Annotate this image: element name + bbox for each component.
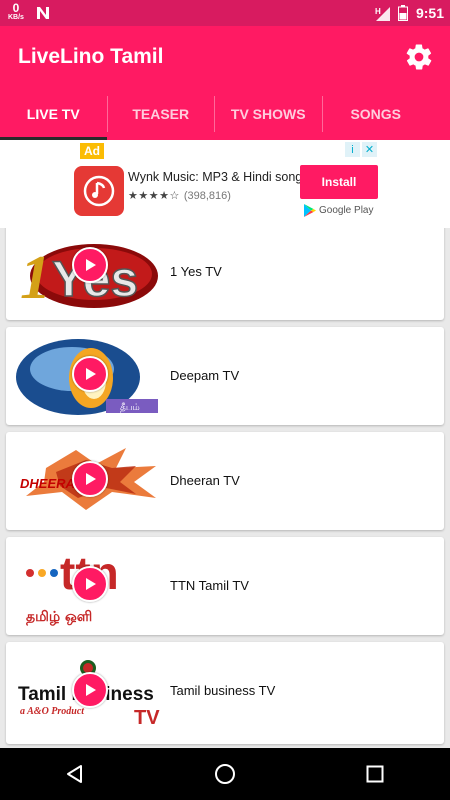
ad-close-icon[interactable]: ✕ [362,142,377,157]
star-rating-icon: ★★★★☆ [128,190,180,202]
app-title: LiveLino Tamil [18,45,164,68]
channel-name[interactable]: Deepam TV [170,368,239,383]
channel-card-tamil-business-tv[interactable]: Tamil business a A&O Product TV Tamil bu… [6,642,444,744]
play-icon [86,259,96,271]
back-triangle-icon [67,765,82,783]
svg-text:தீபம்: தீபம் [120,403,140,413]
ad-banner[interactable]: Ad i ✕ Wynk Music: MP3 & Hindi songs ★★★… [0,140,450,228]
gear-icon [406,44,432,70]
network-speed: 0 KB/s [8,2,24,21]
navigation-bar [0,748,450,800]
play-button[interactable] [72,672,108,708]
ad-rating-count: (398,816) [183,189,231,202]
google-play-badge: Google Play [304,204,373,217]
svg-text:தமிழ் ஒளி: தமிழ் ஒளி [26,609,92,626]
play-button[interactable] [72,461,108,497]
play-icon [86,578,96,590]
nav-recents-button[interactable] [345,748,405,800]
ad-info-icon[interactable]: i [345,142,360,157]
svg-text:1: 1 [20,244,51,312]
play-icon [86,473,96,485]
channel-card-dheeran-tv[interactable]: DHEERAN TV Dheeran TV [6,432,444,530]
network-speed-unit: KB/s [8,14,24,21]
channel-name[interactable]: Tamil business TV [170,683,275,698]
status-right: H 9:51 [374,5,444,21]
tab-tv-shows[interactable]: TV SHOWS [215,88,322,140]
ad-choices[interactable]: i ✕ [345,142,377,157]
tab-teaser[interactable]: TEASER [108,88,215,140]
network-speed-value: 0 [12,1,20,15]
ad-app-icon[interactable] [74,166,124,216]
status-bar: 0 KB/s H 9:51 [0,0,450,26]
install-button[interactable]: Install [300,165,378,199]
play-button[interactable] [72,356,108,392]
wynk-music-logo-icon [83,175,115,207]
app-bar: LiveLino Tamil [0,26,450,88]
svg-text:a A&O Product: a A&O Product [20,706,85,717]
tab-bar: LIVE TV TEASER TV SHOWS SONGS [0,88,450,140]
recents-square-icon [366,765,384,783]
channel-name[interactable]: 1 Yes TV [170,264,222,279]
notification-n-icon [36,7,49,19]
play-icon [86,368,96,380]
ad-rating: ★★★★☆ (398,816) [128,189,231,203]
channel-list[interactable]: 1 Yes 1 Yes TV தீபம் Deepam TV DHEERAN T… [0,228,450,748]
signal-h-icon: H [375,7,390,21]
tab-songs[interactable]: SONGS [323,88,430,140]
channel-name[interactable]: Dheeran TV [170,473,240,488]
channel-card-deepam-tv[interactable]: தீபம் Deepam TV [6,327,444,425]
ad-title[interactable]: Wynk Music: MP3 & Hindi songs [128,170,309,184]
nav-back-button[interactable] [45,748,105,800]
battery-icon [397,5,408,21]
status-left: 0 KB/s [8,2,50,21]
play-button[interactable] [72,566,108,602]
settings-button[interactable] [402,40,436,74]
tab-live-tv[interactable]: LIVE TV [0,88,107,140]
channel-card-1-yes-tv[interactable]: 1 Yes 1 Yes TV [6,228,444,320]
channel-name[interactable]: TTN Tamil TV [170,578,249,593]
ad-badge: Ad [80,143,104,159]
network-type-label: H [375,7,381,16]
svg-text:TV: TV [134,707,160,729]
channel-card-ttn-tamil-tv[interactable]: ttn தமிழ் ஒளி TTN Tamil TV [6,537,444,635]
google-play-icon [304,204,316,217]
play-icon [86,684,96,696]
google-play-label: Google Play [319,205,374,216]
nav-home-button[interactable] [195,748,255,800]
play-button[interactable] [72,247,108,283]
home-circle-icon [215,764,235,784]
status-time: 9:51 [415,5,444,21]
